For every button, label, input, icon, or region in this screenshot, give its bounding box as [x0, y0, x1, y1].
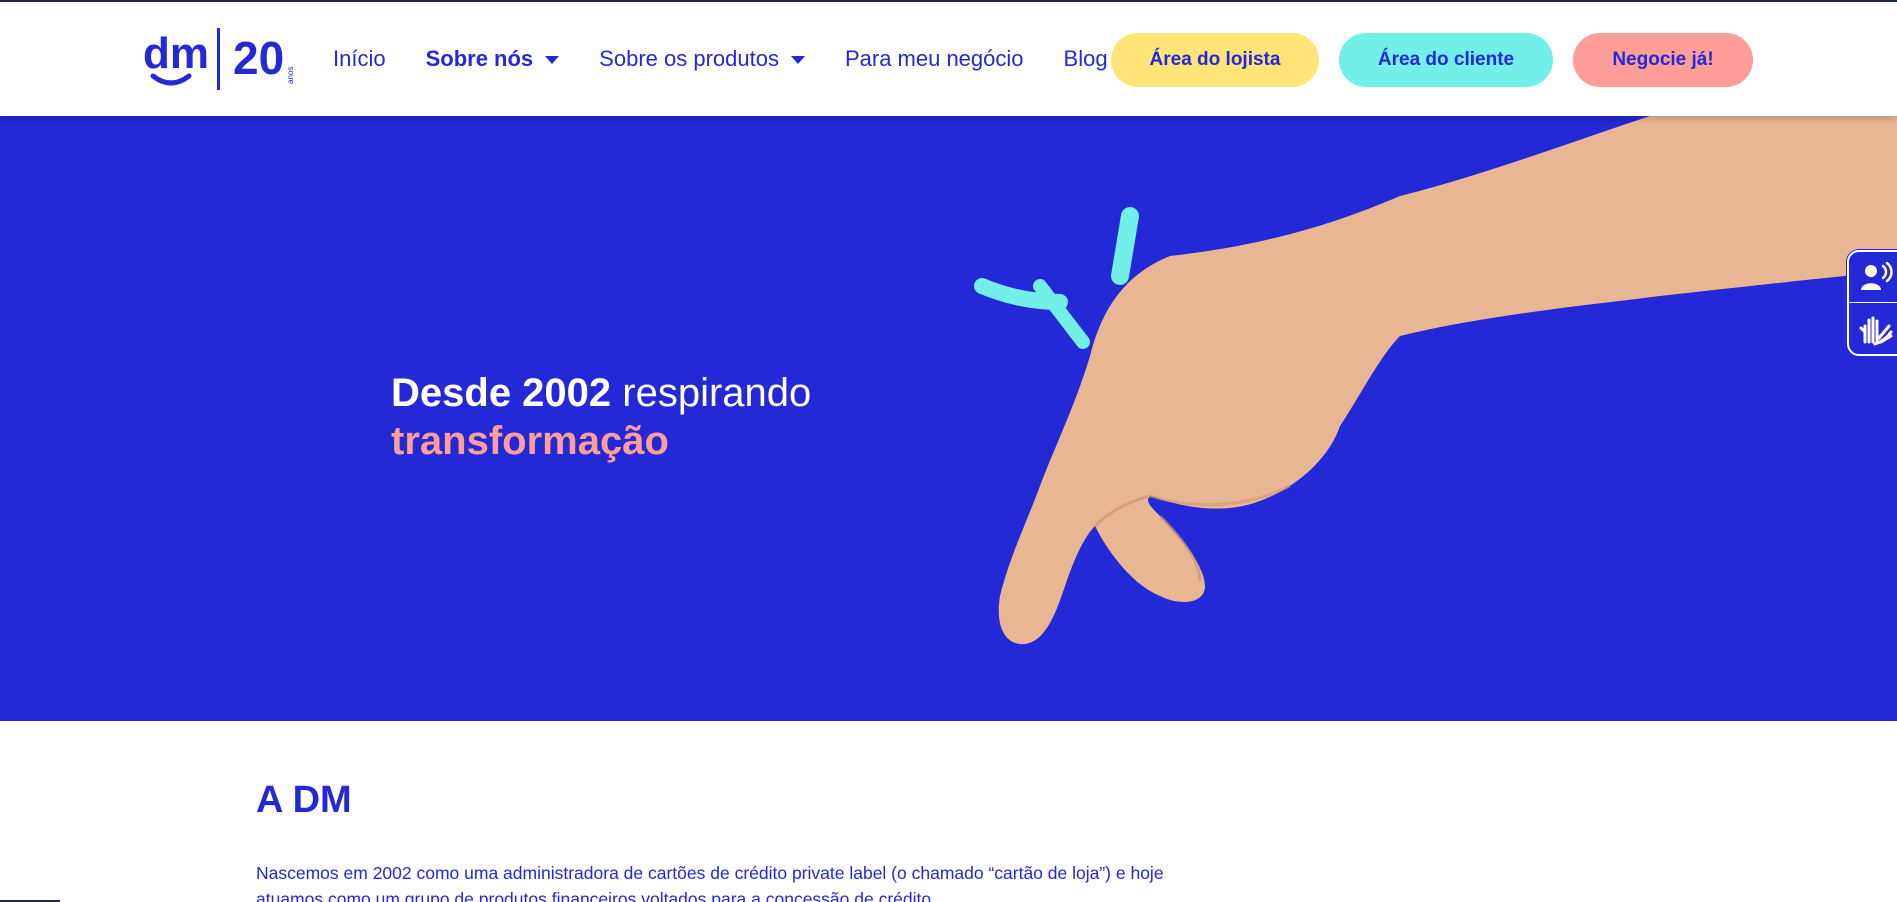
- hero-line-2: transformação: [391, 419, 669, 463]
- pointing-hand-illustration: [974, 116, 1897, 645]
- nav-item-label: Sobre nós: [425, 46, 534, 71]
- nav-item-label: Blog: [1063, 46, 1108, 71]
- sign-language-button[interactable]: [1849, 303, 1897, 354]
- dm-20-anos-logo[interactable]: dm 20 anos: [143, 24, 305, 94]
- svg-text:anos: anos: [286, 67, 295, 84]
- site-header: dm 20 anos Início Sobre nós Sobre os pro…: [0, 2, 1897, 116]
- caret-down-icon: [790, 56, 805, 64]
- area-do-lojista-button[interactable]: Área do lojista: [1111, 33, 1319, 87]
- hero-headline: Desde 2002 respirando transformação: [391, 369, 811, 465]
- hero-line-1: Desde 2002 respirando: [391, 369, 811, 417]
- negocie-ja-button[interactable]: Negocie já!: [1573, 33, 1753, 87]
- hero-banner: Desde 2002 respirando transformação: [0, 116, 1897, 721]
- sign-language-hands-icon: [1859, 316, 1893, 345]
- about-title: A DM: [256, 779, 352, 821]
- nav-item-sobre-produtos[interactable]: Sobre os produtos: [599, 46, 805, 72]
- svg-text:20: 20: [233, 32, 284, 84]
- main-nav: Início Sobre nós Sobre os produtos Para …: [333, 2, 1148, 116]
- nav-item-blog[interactable]: Blog: [1064, 46, 1108, 72]
- about-paragraph: Nascemos em 2002 como uma administradora…: [256, 863, 1164, 902]
- nav-item-label: Para meu negócio: [844, 46, 1024, 71]
- speaking-person-icon: [1861, 262, 1893, 290]
- hero-year: Desde 2002: [391, 371, 612, 415]
- audio-accessibility-button[interactable]: [1849, 252, 1897, 303]
- nav-item-label: Sobre os produtos: [599, 46, 779, 71]
- nav-item-para-meu-negocio[interactable]: Para meu negócio: [845, 46, 1024, 72]
- hero-line-1-rest: respirando: [611, 371, 812, 415]
- caret-down-icon: [545, 56, 560, 64]
- area-do-cliente-button[interactable]: Área do cliente: [1339, 33, 1553, 87]
- nav-item-sobre-nos[interactable]: Sobre nós: [426, 46, 560, 72]
- nav-item-label: Início: [333, 46, 386, 71]
- accessibility-widget: [1847, 250, 1897, 356]
- nav-item-inicio[interactable]: Início: [333, 46, 386, 72]
- svg-text:dm: dm: [143, 29, 209, 78]
